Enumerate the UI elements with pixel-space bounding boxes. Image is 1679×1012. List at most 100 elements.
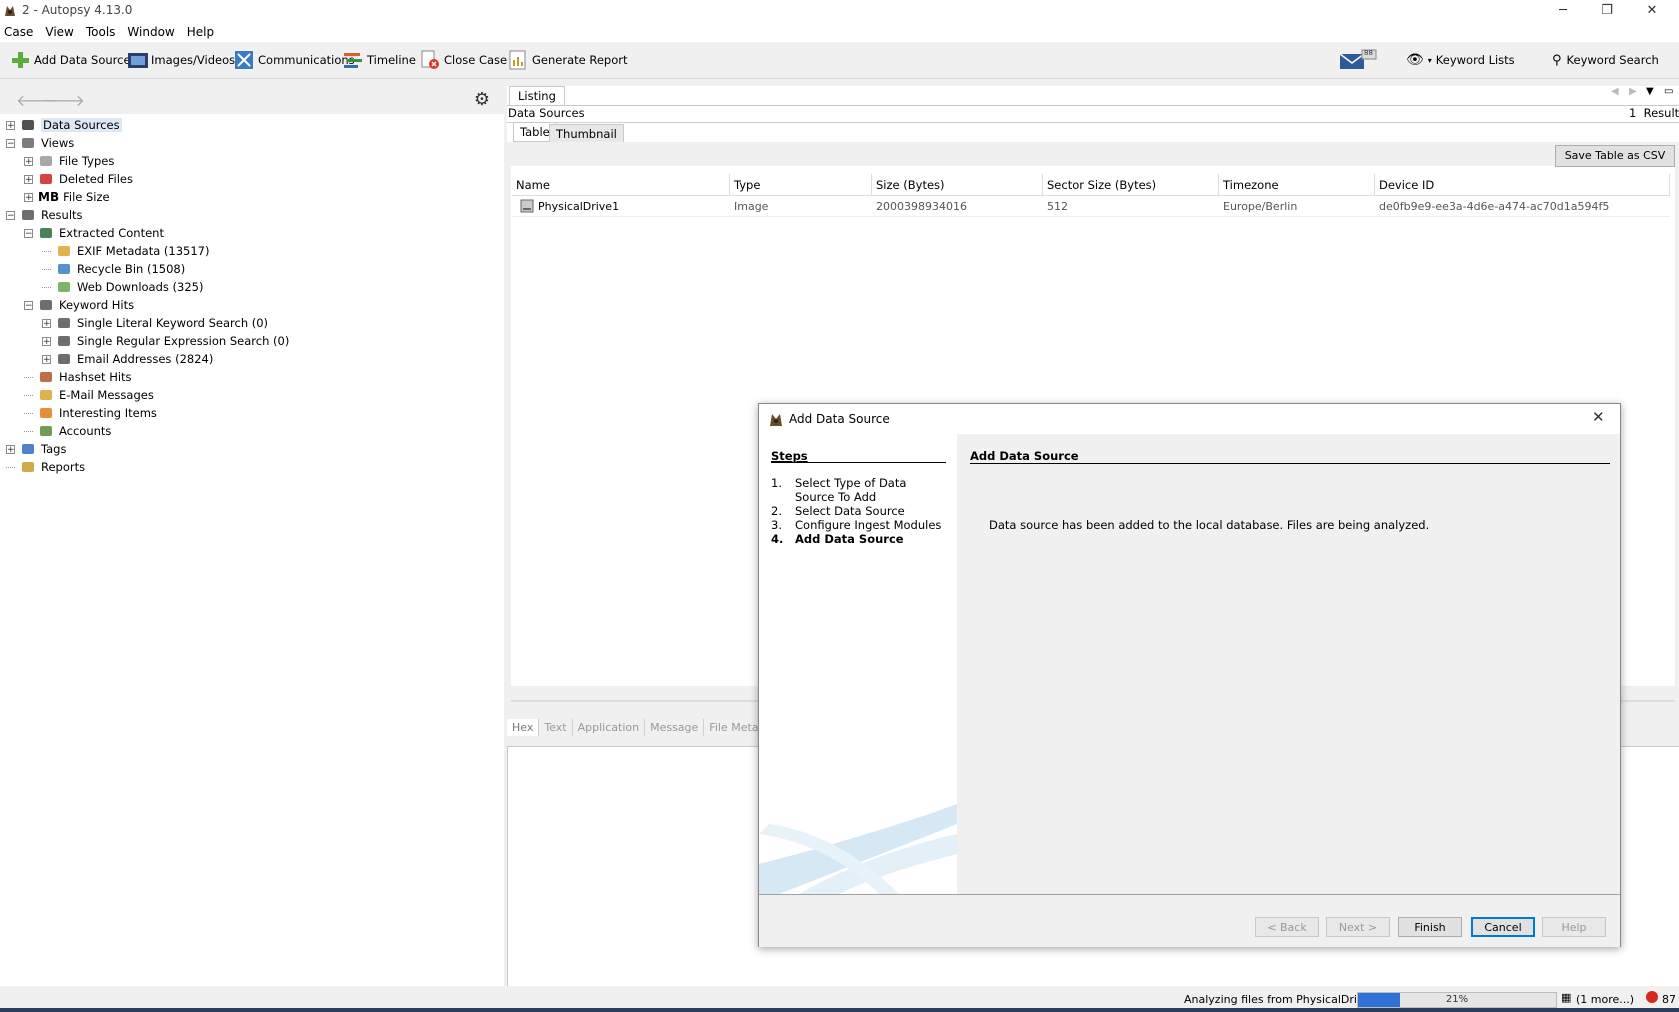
search-icon [56, 334, 72, 348]
tree-item[interactable]: Accounts [24, 422, 111, 440]
column-header-timezone[interactable]: Timezone [1219, 174, 1375, 196]
minimize-button[interactable]: ─ [1541, 1, 1585, 21]
file-types-icon [38, 154, 54, 168]
save-csv-button[interactable]: Save Table as CSV [1555, 145, 1675, 167]
expand-icon[interactable]: + [24, 174, 33, 184]
column-header-size[interactable]: Size (Bytes) [872, 174, 1043, 196]
cell-sector-size: 512 [1047, 200, 1068, 213]
back-arrow-icon[interactable]: 🡐 [16, 90, 59, 110]
collapse-icon[interactable]: − [6, 210, 15, 220]
tree-item[interactable]: + Email Addresses (2824) [42, 350, 213, 368]
tree-line [24, 376, 33, 378]
search-icon: ⚲ [1552, 52, 1562, 68]
menu-case[interactable]: Case [4, 25, 33, 39]
hashset-icon [38, 370, 54, 384]
steps-divider [771, 462, 946, 463]
menu-window[interactable]: Window [127, 25, 174, 39]
help-button[interactable]: Help [1542, 917, 1606, 937]
tree-item[interactable]: − Extracted Content [24, 224, 164, 242]
tree-item-label: Keyword Hits [59, 298, 135, 312]
tree-item[interactable]: + Single Regular Expression Search (0) [42, 332, 289, 350]
forward-arrow-icon[interactable]: 🡒 [42, 90, 85, 110]
add-data-source-button[interactable]: Add Data Source [10, 50, 131, 70]
tree-item[interactable]: + Deleted Files [24, 170, 133, 188]
tab-message[interactable]: Message [645, 718, 705, 736]
nav-next-icon[interactable]: ▶ [1629, 86, 1637, 97]
nav-prev-icon[interactable]: ◀ [1611, 86, 1619, 97]
expand-icon[interactable]: + [42, 318, 51, 328]
tab-application[interactable]: Application [573, 718, 646, 736]
tree-item[interactable]: EXIF Metadata (13517) [42, 242, 209, 260]
recycle-bin-icon [56, 262, 72, 276]
menu-view[interactable]: View [45, 25, 73, 39]
tree-line [24, 412, 33, 414]
column-header-sector-size[interactable]: Sector Size (Bytes) [1043, 174, 1219, 196]
expand-icon[interactable]: + [6, 120, 15, 130]
dialog-close-button[interactable]: ✕ [1592, 408, 1605, 426]
tree-item[interactable]: Interesting Items [24, 404, 157, 422]
communications-button[interactable]: Communications [234, 50, 355, 70]
tab-text[interactable]: Text [539, 718, 573, 736]
more-tasks-link[interactable]: (1 more...) [1576, 993, 1634, 1006]
keyword-search-button[interactable]: ⚲ Keyword Search [1552, 50, 1659, 70]
tree-item[interactable]: + MB File Size [24, 188, 110, 206]
finish-button[interactable]: Finish [1398, 917, 1462, 937]
collapse-icon[interactable]: − [6, 138, 15, 148]
tree-item[interactable]: + File Types [24, 152, 114, 170]
tree-item-label: File Types [59, 154, 115, 168]
settings-gear-icon[interactable]: ⚙ [471, 89, 493, 111]
back-button[interactable]: < Back [1255, 917, 1319, 937]
tree-item[interactable]: E-Mail Messages [24, 386, 154, 404]
menu-help[interactable]: Help [187, 25, 214, 39]
eye-icon: 👁 [1406, 52, 1424, 68]
collapse-icon[interactable]: − [24, 300, 33, 310]
images-videos-button[interactable]: Images/Videos [127, 50, 235, 70]
tree-item[interactable]: Reports [6, 458, 85, 476]
tree-item[interactable]: Recycle Bin (1508) [42, 260, 185, 278]
progress-detail-icon[interactable]: ▦ [1561, 991, 1571, 1004]
expand-icon[interactable]: + [24, 192, 33, 202]
generate-report-button[interactable]: Generate Report [508, 50, 628, 70]
menu-tools[interactable]: Tools [86, 25, 116, 39]
error-icon[interactable] [1646, 991, 1658, 1003]
column-header-name[interactable]: Name [512, 174, 730, 196]
tree-item[interactable]: − Results [6, 206, 83, 224]
tree-item[interactable]: + Data Sources [6, 116, 122, 134]
column-header-device-id[interactable]: Device ID [1375, 174, 1670, 196]
expand-icon[interactable]: + [6, 444, 15, 454]
column-header-type[interactable]: Type [730, 174, 872, 196]
keyword-lists-button[interactable]: 👁 ▾ Keyword Lists [1406, 50, 1515, 70]
panel-heading: Add Data Source [970, 449, 1079, 463]
tree-item-label: Email Addresses (2824) [77, 352, 214, 366]
tree-item[interactable]: + Single Literal Keyword Search (0) [42, 314, 268, 332]
maximize-icon[interactable]: ▭ [1664, 86, 1673, 97]
tab-thumbnail[interactable]: Thumbnail [549, 124, 624, 144]
notifications-button[interactable]: 88 [1338, 48, 1378, 72]
cell-size: 2000398934016 [876, 200, 967, 213]
close-case-button[interactable]: Close Case [420, 50, 507, 70]
cell-device-id: de0fb9e9-ee3a-4d6e-a474-ac70d1a594f5 [1379, 200, 1610, 213]
tree-item[interactable]: Web Downloads (325) [42, 278, 203, 296]
expand-icon[interactable]: + [42, 354, 51, 364]
expand-icon[interactable]: + [42, 336, 51, 346]
collapse-icon[interactable]: − [24, 228, 33, 238]
close-window-button[interactable]: ✕ [1630, 1, 1674, 21]
tab-hex[interactable]: Hex [507, 718, 540, 736]
next-button[interactable]: Next > [1326, 917, 1390, 937]
tree-item[interactable]: − Keyword Hits [24, 296, 134, 314]
tab-listing[interactable]: Listing [509, 86, 565, 105]
tree-line [24, 430, 33, 432]
expand-icon[interactable]: + [24, 156, 33, 166]
tree-item-label: Results [41, 208, 83, 222]
tree-item[interactable]: − Views [6, 134, 74, 152]
tree-item[interactable]: Hashset Hits [24, 368, 132, 386]
cancel-button[interactable]: Cancel [1471, 917, 1535, 937]
subtab-divider [507, 122, 1679, 123]
dropdown-icon[interactable]: ▼ [1646, 86, 1654, 97]
ingest-progress-bar[interactable]: 21% [1357, 992, 1557, 1008]
add-data-source-dialog: Add Data Source ✕ Steps 1. Select Type of… [758, 403, 1621, 947]
web-downloads-icon [56, 280, 72, 294]
timeline-button[interactable]: Timeline [343, 50, 416, 70]
restore-button[interactable]: ❐ [1585, 1, 1629, 21]
tree-item[interactable]: + Tags [6, 440, 66, 458]
